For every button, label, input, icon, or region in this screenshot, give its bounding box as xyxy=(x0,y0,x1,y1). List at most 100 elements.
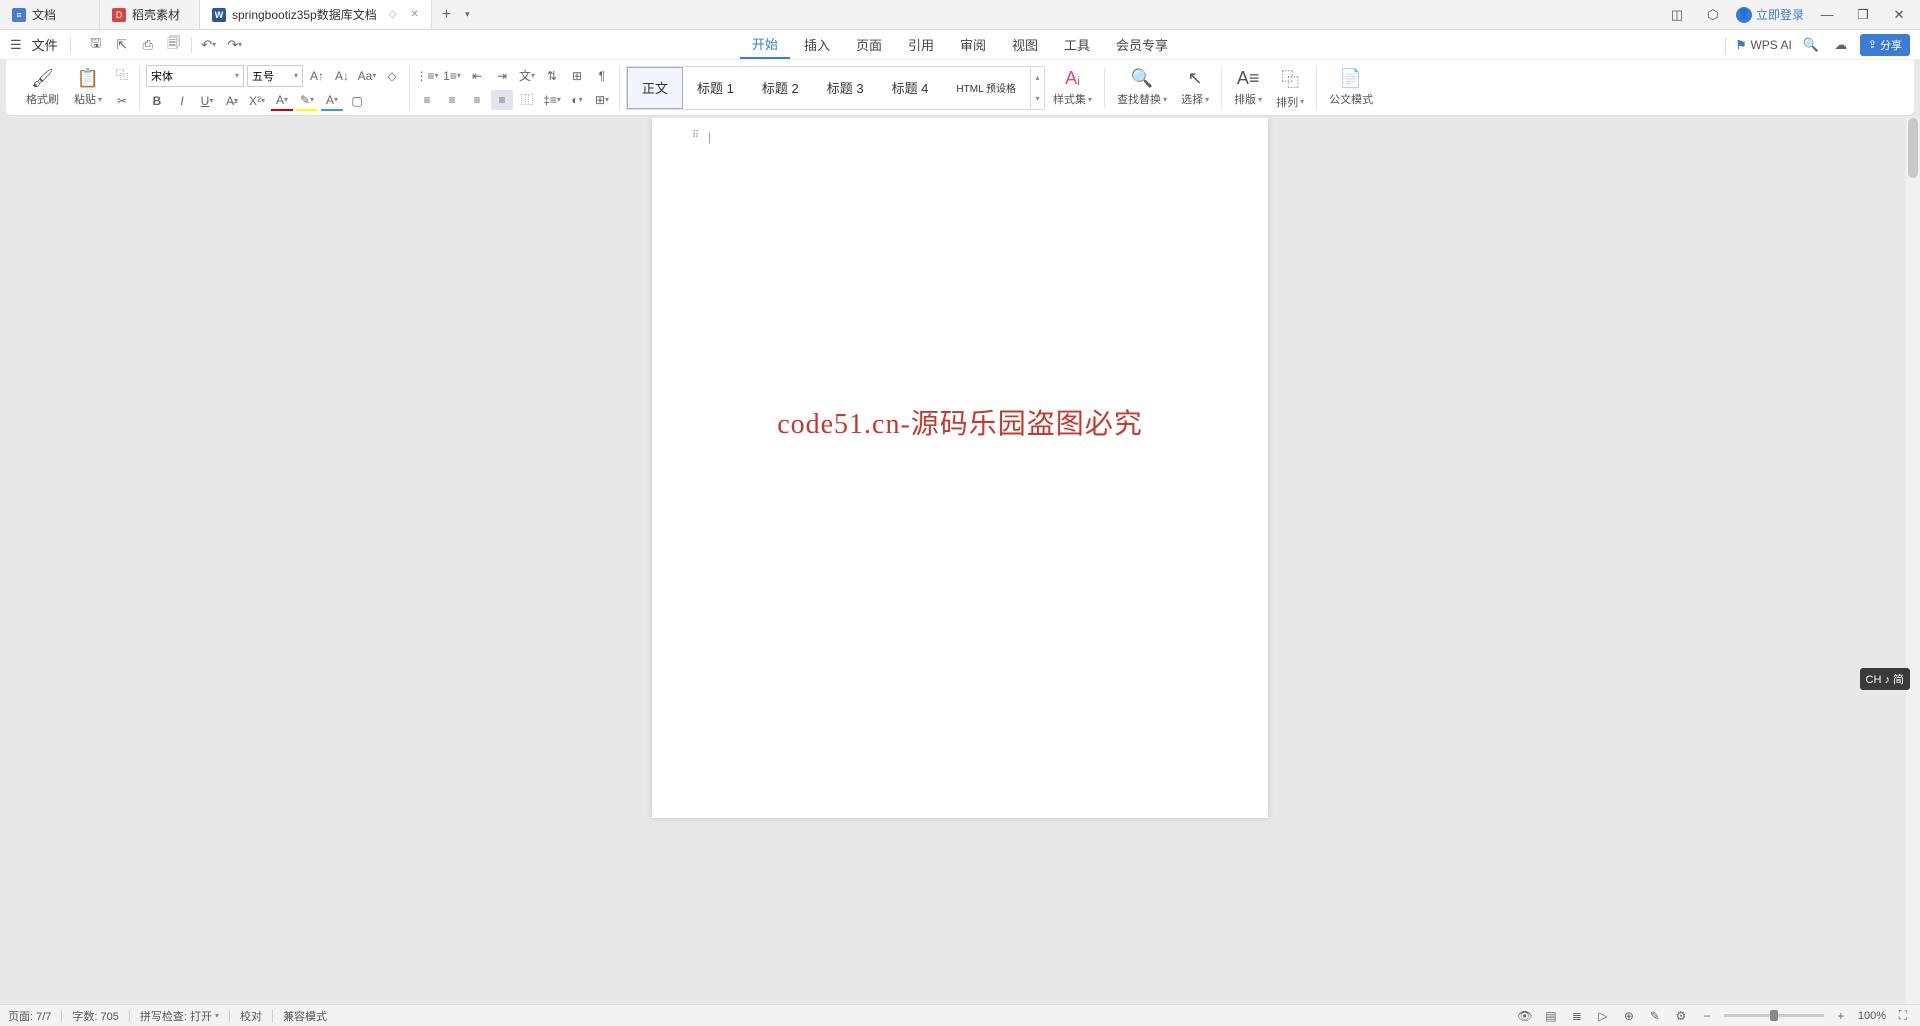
redo-icon[interactable]: ↷▾ xyxy=(224,34,246,56)
maximize-icon[interactable]: ❐ xyxy=(1850,2,1876,28)
font-name-select[interactable]: 宋体▾ xyxy=(146,65,244,87)
eye-icon[interactable]: 👁 xyxy=(1516,1007,1534,1025)
window-layout-icon[interactable]: ◫ xyxy=(1664,2,1690,28)
tools-icon[interactable]: ⚙ xyxy=(1672,1007,1690,1025)
zoom-slider[interactable] xyxy=(1724,1014,1824,1017)
web-view-icon[interactable]: ⊕ xyxy=(1620,1007,1638,1025)
underline-icon[interactable]: U▾ xyxy=(196,91,218,111)
para-shading-icon[interactable]: ◐▾ xyxy=(566,90,588,110)
format-brush-button[interactable]: 🖌 格式刷 xyxy=(20,68,65,107)
reading-view-icon[interactable]: ▷ xyxy=(1594,1007,1612,1025)
styleset-button[interactable]: Aᵢ 样式集▾ xyxy=(1047,68,1098,107)
page-view-icon[interactable]: ▤ xyxy=(1542,1007,1560,1025)
change-case-icon[interactable]: Aa▾ xyxy=(356,66,378,86)
sort-icon[interactable]: ⇅ xyxy=(541,66,563,86)
zoom-in-icon[interactable]: + xyxy=(1832,1007,1850,1025)
doc-mode-button[interactable]: 📄 公文模式 xyxy=(1323,68,1379,107)
clear-format-icon[interactable]: ◇ xyxy=(381,66,403,86)
decrease-indent-icon[interactable]: ⇤ xyxy=(466,66,488,86)
menu-review[interactable]: 审阅 xyxy=(948,31,998,58)
menu-reference[interactable]: 引用 xyxy=(896,31,946,58)
outline-view-icon[interactable]: ≣ xyxy=(1568,1007,1586,1025)
cut-icon[interactable]: ✂ xyxy=(111,91,133,111)
highlight-icon[interactable]: ✎▾ xyxy=(296,91,318,111)
copy-icon[interactable]: ⿻ xyxy=(111,65,133,85)
menu-member[interactable]: 会员专享 xyxy=(1104,31,1180,58)
word-count[interactable]: 字数: 705 xyxy=(72,1008,118,1024)
menu-tools[interactable]: 工具 xyxy=(1052,31,1102,58)
style-h4[interactable]: 标题 4 xyxy=(878,67,943,109)
align-justify-icon[interactable]: ≡ xyxy=(491,90,513,110)
proof-status[interactable]: 校对 xyxy=(240,1008,262,1024)
search-icon[interactable]: 🔍 xyxy=(1800,34,1822,56)
border-char-icon[interactable]: ▢ xyxy=(346,91,368,111)
minimize-icon[interactable]: — xyxy=(1814,2,1840,28)
font-color-icon[interactable]: A▾ xyxy=(271,91,293,111)
tab-dropdown[interactable]: ▾ xyxy=(461,9,474,20)
zoom-level[interactable]: 100% xyxy=(1858,1010,1886,1022)
ime-badge[interactable]: CH ♪ 简 xyxy=(1860,668,1911,690)
italic-icon[interactable]: I xyxy=(171,91,193,111)
compat-mode[interactable]: 兼容模式 xyxy=(283,1008,327,1024)
export-icon[interactable]: ⇱ xyxy=(111,34,133,56)
fullscreen-icon[interactable]: ⛶ xyxy=(1894,1007,1912,1025)
vertical-scrollbar[interactable] xyxy=(1906,118,1920,1004)
bold-icon[interactable]: B xyxy=(146,91,168,111)
style-down-icon[interactable]: ▾ xyxy=(1031,88,1044,109)
select-button[interactable]: ↖ 选择▾ xyxy=(1175,68,1215,107)
style-h3[interactable]: 标题 3 xyxy=(813,67,878,109)
cube-icon[interactable]: ⬡ xyxy=(1700,2,1726,28)
text-effect-icon[interactable]: 文▾ xyxy=(516,66,538,86)
menu-page[interactable]: 页面 xyxy=(844,31,894,58)
print-preview-icon[interactable]: 🗐 xyxy=(163,34,185,56)
columns-icon[interactable]: ⿲ xyxy=(516,90,538,110)
style-h2[interactable]: 标题 2 xyxy=(748,67,813,109)
zoom-thumb[interactable] xyxy=(1770,1010,1778,1021)
document-area[interactable]: ⠿ | code51.cn-源码乐园盗图必究 xyxy=(0,118,1920,1004)
page-indicator[interactable]: 页面: 7/7 xyxy=(8,1008,51,1024)
tab-doc[interactable]: ≡ 文档 xyxy=(0,0,100,29)
login-button[interactable]: 👤 立即登录 xyxy=(1736,6,1804,23)
style-h1[interactable]: 标题 1 xyxy=(683,67,748,109)
bullet-list-icon[interactable]: ⋮≡▾ xyxy=(416,66,438,86)
shrink-font-icon[interactable]: A↓ xyxy=(331,66,353,86)
cloud-icon[interactable]: ☁ xyxy=(1830,34,1852,56)
print-icon[interactable]: ⎙ xyxy=(137,34,159,56)
align-right-icon[interactable]: ≡ xyxy=(466,90,488,110)
line-spacing-icon[interactable]: ‡≡▾ xyxy=(541,90,563,110)
style-body[interactable]: 正文 xyxy=(627,67,683,109)
paste-button[interactable]: 📋 粘贴▾ xyxy=(68,68,108,107)
save-icon[interactable]: 🖫 xyxy=(85,34,107,56)
menu-insert[interactable]: 插入 xyxy=(792,31,842,58)
hamburger-icon[interactable]: ☰ xyxy=(10,37,22,53)
page[interactable]: ⠿ | code51.cn-源码乐园盗图必究 xyxy=(652,118,1268,818)
number-list-icon[interactable]: 1≡▾ xyxy=(441,66,463,86)
tab-menu-icon[interactable]: ◇ xyxy=(389,9,397,20)
wps-ai-button[interactable]: ⚑ WPS AI xyxy=(1736,38,1792,52)
layout-button[interactable]: A≡ 排版▾ xyxy=(1228,68,1268,107)
font-size-select[interactable]: 五号▾ xyxy=(247,65,303,87)
strike-icon[interactable]: A̶▾ xyxy=(221,91,243,111)
borders-icon[interactable]: ⊞▾ xyxy=(591,90,613,110)
menu-start[interactable]: 开始 xyxy=(740,30,790,59)
share-button[interactable]: ⇪ 分享 xyxy=(1860,34,1910,56)
close-icon[interactable]: ✕ xyxy=(410,9,418,20)
align-left-icon[interactable]: ≡ xyxy=(416,90,438,110)
ruler-icon[interactable]: ⊞ xyxy=(566,66,588,86)
increase-indent-icon[interactable]: ⇥ xyxy=(491,66,513,86)
shading-icon[interactable]: A▾ xyxy=(321,91,343,111)
focus-icon[interactable]: ✎ xyxy=(1646,1007,1664,1025)
style-html[interactable]: HTML 预设格 xyxy=(942,67,1030,109)
close-window-icon[interactable]: ✕ xyxy=(1886,2,1912,28)
undo-icon[interactable]: ↶▾ xyxy=(198,34,220,56)
zoom-out-icon[interactable]: − xyxy=(1698,1007,1716,1025)
superscript-icon[interactable]: X²▾ xyxy=(246,91,268,111)
tab-springboot[interactable]: W springbootiz35p数据库文档 ◇ ✕ xyxy=(200,0,432,29)
find-replace-button[interactable]: 🔍 查找替换▾ xyxy=(1111,68,1173,107)
menu-view[interactable]: 视图 xyxy=(1000,31,1050,58)
align-center-icon[interactable]: ≡ xyxy=(441,90,463,110)
tab-daoke[interactable]: D 稻壳素材 xyxy=(100,0,200,29)
pilcrow-icon[interactable]: ¶ xyxy=(591,66,613,86)
style-up-icon[interactable]: ▴ xyxy=(1031,67,1044,88)
arrange-button[interactable]: ⿻ 排列▾ xyxy=(1270,66,1310,110)
